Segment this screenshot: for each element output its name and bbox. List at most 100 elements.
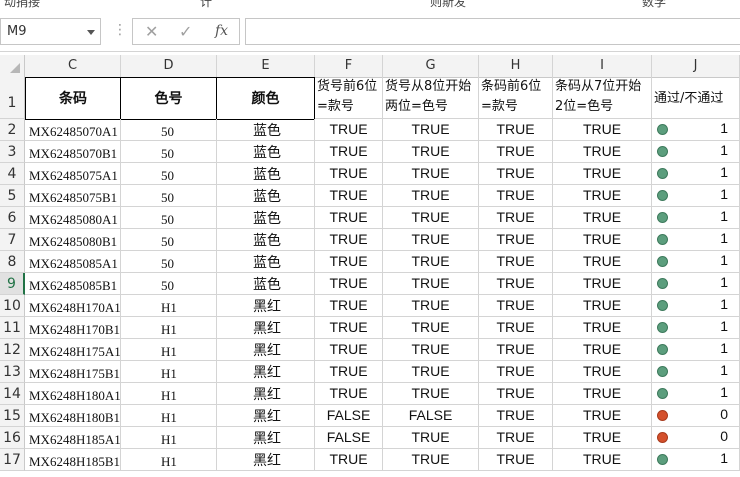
barcode-cell[interactable]: MX6248H170B1	[25, 317, 121, 339]
barcode-cell[interactable]: MX62485085B1	[25, 273, 121, 295]
column-header-e[interactable]: E	[217, 55, 315, 77]
cancel-icon[interactable]: ✕	[145, 22, 158, 41]
barcode-cell[interactable]: MX6248H180B1	[25, 405, 121, 427]
color-code-cell[interactable]: H1	[121, 383, 217, 405]
check-cell-h[interactable]: TRUE	[479, 383, 553, 405]
check-cell-g[interactable]: TRUE	[383, 119, 479, 141]
check-cell-h[interactable]: TRUE	[479, 427, 553, 449]
check-cell-g[interactable]: TRUE	[383, 141, 479, 163]
check-cell-i[interactable]: TRUE	[553, 185, 652, 207]
barcode-cell[interactable]: MX6248H175A1	[25, 339, 121, 361]
check-cell-h[interactable]: TRUE	[479, 229, 553, 251]
check-cell-f[interactable]: TRUE	[315, 339, 383, 361]
check-cell-g[interactable]: TRUE	[383, 273, 479, 295]
row-header[interactable]: 7	[0, 229, 25, 251]
check-cell-i[interactable]: TRUE	[553, 361, 652, 383]
check-cell-g[interactable]: TRUE	[383, 251, 479, 273]
check-cell-h[interactable]: TRUE	[479, 141, 553, 163]
check-cell-h[interactable]: TRUE	[479, 295, 553, 317]
color-code-cell[interactable]: 50	[121, 251, 217, 273]
color-code-cell[interactable]: H1	[121, 405, 217, 427]
column-header-d[interactable]: D	[121, 55, 217, 77]
result-cell[interactable]: 0	[652, 405, 740, 427]
barcode-cell[interactable]: MX6248H170A1	[25, 295, 121, 317]
drag-handle-icon[interactable]: ⋮	[113, 23, 127, 37]
row-header[interactable]: 11	[0, 317, 25, 339]
check-cell-f[interactable]: TRUE	[315, 141, 383, 163]
check-cell-g[interactable]: TRUE	[383, 339, 479, 361]
check-cell-f[interactable]: TRUE	[315, 163, 383, 185]
check-cell-g[interactable]: TRUE	[383, 383, 479, 405]
header-cell-h[interactable]: 条码前6位 =款号	[479, 77, 553, 119]
color-name-cell[interactable]: 蓝色	[217, 207, 315, 229]
color-code-cell[interactable]: H1	[121, 361, 217, 383]
barcode-cell[interactable]: MX62485070B1	[25, 141, 121, 163]
insert-function-icon[interactable]: fx	[215, 23, 228, 39]
barcode-cell[interactable]: MX62485080A1	[25, 207, 121, 229]
check-cell-f[interactable]: TRUE	[315, 361, 383, 383]
check-cell-h[interactable]: TRUE	[479, 119, 553, 141]
check-cell-f[interactable]: TRUE	[315, 185, 383, 207]
check-cell-g[interactable]: TRUE	[383, 207, 479, 229]
barcode-cell[interactable]: MX6248H180A1	[25, 383, 121, 405]
barcode-cell[interactable]: MX6248H185B1	[25, 449, 121, 471]
check-cell-h[interactable]: TRUE	[479, 163, 553, 185]
check-cell-h[interactable]: TRUE	[479, 317, 553, 339]
check-cell-h[interactable]: TRUE	[479, 273, 553, 295]
color-code-cell[interactable]: H1	[121, 339, 217, 361]
column-header-h[interactable]: H	[479, 55, 553, 77]
color-code-cell[interactable]: 50	[121, 119, 217, 141]
row-header[interactable]: 15	[0, 405, 25, 427]
color-name-cell[interactable]: 蓝色	[217, 229, 315, 251]
check-cell-g[interactable]: TRUE	[383, 361, 479, 383]
barcode-cell[interactable]: MX6248H175B1	[25, 361, 121, 383]
check-cell-f[interactable]: TRUE	[315, 383, 383, 405]
check-cell-i[interactable]: TRUE	[553, 229, 652, 251]
color-code-cell[interactable]: 50	[121, 273, 217, 295]
check-cell-g[interactable]: FALSE	[383, 405, 479, 427]
row-header[interactable]: 17	[0, 449, 25, 471]
color-name-cell[interactable]: 蓝色	[217, 141, 315, 163]
check-cell-g[interactable]: TRUE	[383, 163, 479, 185]
check-cell-h[interactable]: TRUE	[479, 251, 553, 273]
check-cell-i[interactable]: TRUE	[553, 449, 652, 471]
check-cell-f[interactable]: TRUE	[315, 207, 383, 229]
barcode-cell[interactable]: MX62485075A1	[25, 163, 121, 185]
color-code-cell[interactable]: 50	[121, 185, 217, 207]
color-code-cell[interactable]: 50	[121, 207, 217, 229]
check-cell-f[interactable]: TRUE	[315, 251, 383, 273]
row-header[interactable]: 16	[0, 427, 25, 449]
check-cell-f[interactable]: FALSE	[315, 405, 383, 427]
header-cell-i[interactable]: 条码从7位开始 2位=色号	[553, 77, 652, 119]
header-cell-c[interactable]: 条码	[25, 77, 121, 120]
row-header[interactable]: 8	[0, 251, 25, 273]
header-cell-f[interactable]: 货号前6位 =款号	[315, 77, 383, 119]
check-cell-i[interactable]: TRUE	[553, 141, 652, 163]
color-name-cell[interactable]: 蓝色	[217, 273, 315, 295]
result-cell[interactable]: 1	[652, 361, 740, 383]
header-cell-d[interactable]: 色号	[120, 77, 217, 120]
color-name-cell[interactable]: 蓝色	[217, 251, 315, 273]
color-name-cell[interactable]: 蓝色	[217, 185, 315, 207]
result-cell[interactable]: 1	[652, 207, 740, 229]
check-cell-i[interactable]: TRUE	[553, 207, 652, 229]
check-cell-g[interactable]: TRUE	[383, 229, 479, 251]
color-code-cell[interactable]: 50	[121, 141, 217, 163]
check-cell-i[interactable]: TRUE	[553, 317, 652, 339]
row-header[interactable]: 13	[0, 361, 25, 383]
check-cell-f[interactable]: TRUE	[315, 449, 383, 471]
check-cell-g[interactable]: TRUE	[383, 317, 479, 339]
color-code-cell[interactable]: H1	[121, 449, 217, 471]
result-cell[interactable]: 1	[652, 317, 740, 339]
result-cell[interactable]: 1	[652, 383, 740, 405]
column-header-g[interactable]: G	[383, 55, 479, 77]
result-cell[interactable]: 1	[652, 119, 740, 141]
color-name-cell[interactable]: 黑红	[217, 317, 315, 339]
result-cell[interactable]: 1	[652, 449, 740, 471]
color-name-cell[interactable]: 黑红	[217, 405, 315, 427]
result-cell[interactable]: 1	[652, 273, 740, 295]
header-cell-e[interactable]: 颜色	[216, 77, 315, 120]
result-cell[interactable]: 1	[652, 339, 740, 361]
result-cell[interactable]: 1	[652, 251, 740, 273]
color-name-cell[interactable]: 黑红	[217, 339, 315, 361]
